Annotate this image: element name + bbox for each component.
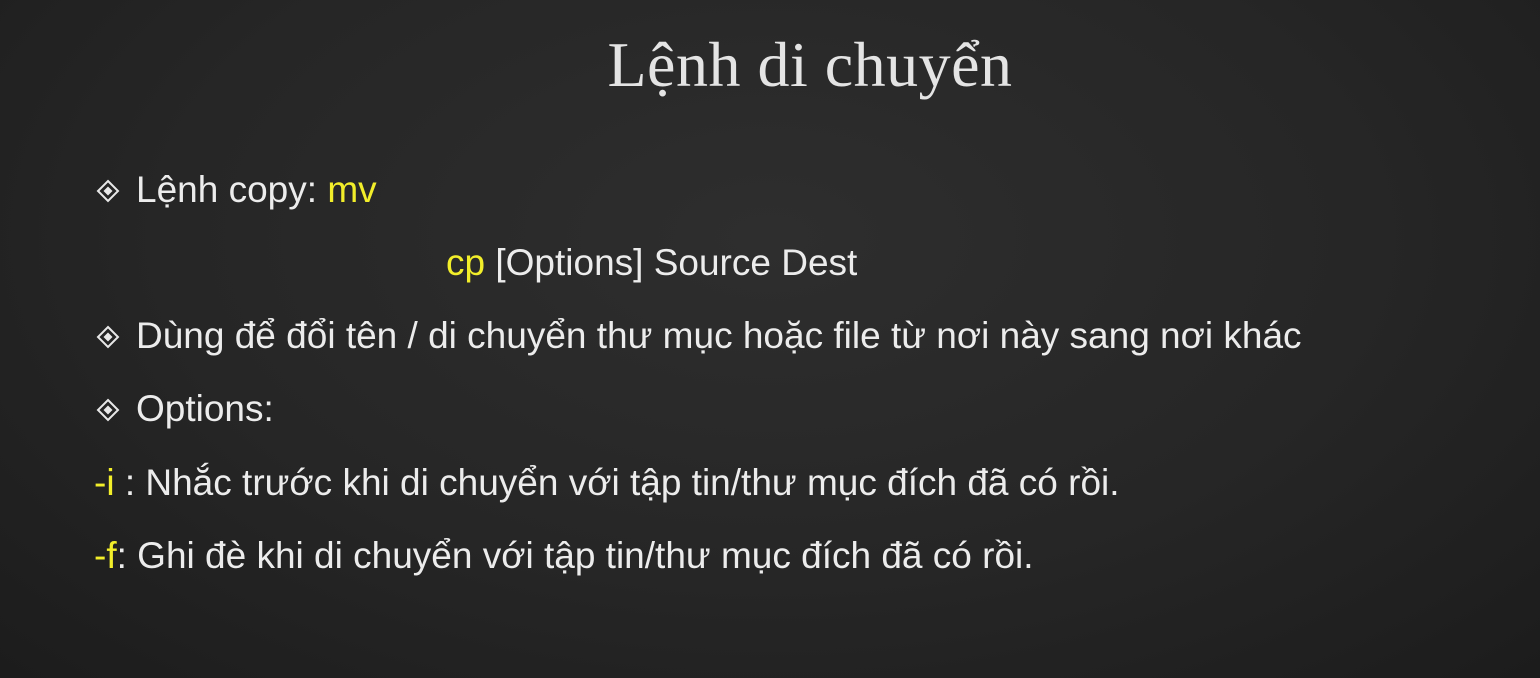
diamond-bullet-icon: [96, 179, 136, 203]
option-f-line: -f: Ghi đè khi di chuyển với tập tin/thư…: [94, 537, 1034, 574]
copy-command-label: Lệnh copy:: [136, 169, 328, 210]
command-mv: mv: [327, 169, 377, 210]
slide: Lệnh di chuyển Lệnh copy: mv cp [Options…: [0, 0, 1540, 678]
slide-title: Lệnh di chuyển: [607, 29, 1013, 100]
option-i-line: -i : Nhắc trước khi di chuyển với tập ti…: [94, 464, 1120, 501]
diamond-bullet-icon: [96, 398, 136, 422]
command-cp: cp: [446, 242, 486, 283]
bullet-options: Options:: [96, 390, 274, 427]
option-f-flag: -f: [94, 535, 117, 576]
description-text: Dùng để đổi tên / di chuyển thư mục hoặc…: [136, 315, 1302, 356]
bullet-description: Dùng để đổi tên / di chuyển thư mục hoặc…: [96, 317, 1302, 354]
bullet-copy-command: Lệnh copy: mv: [96, 171, 377, 208]
diamond-bullet-icon: [96, 325, 136, 349]
option-i-description: : Nhắc trước khi di chuyển với tập tin/t…: [114, 462, 1120, 503]
syntax-line: cp [Options] Source Dest: [446, 244, 857, 281]
option-f-description: : Ghi đè khi di chuyển với tập tin/thư m…: [116, 535, 1034, 576]
options-heading: Options:: [136, 388, 274, 429]
syntax-args: [Options] Source Dest: [485, 242, 858, 283]
option-i-flag: -i: [94, 462, 115, 503]
